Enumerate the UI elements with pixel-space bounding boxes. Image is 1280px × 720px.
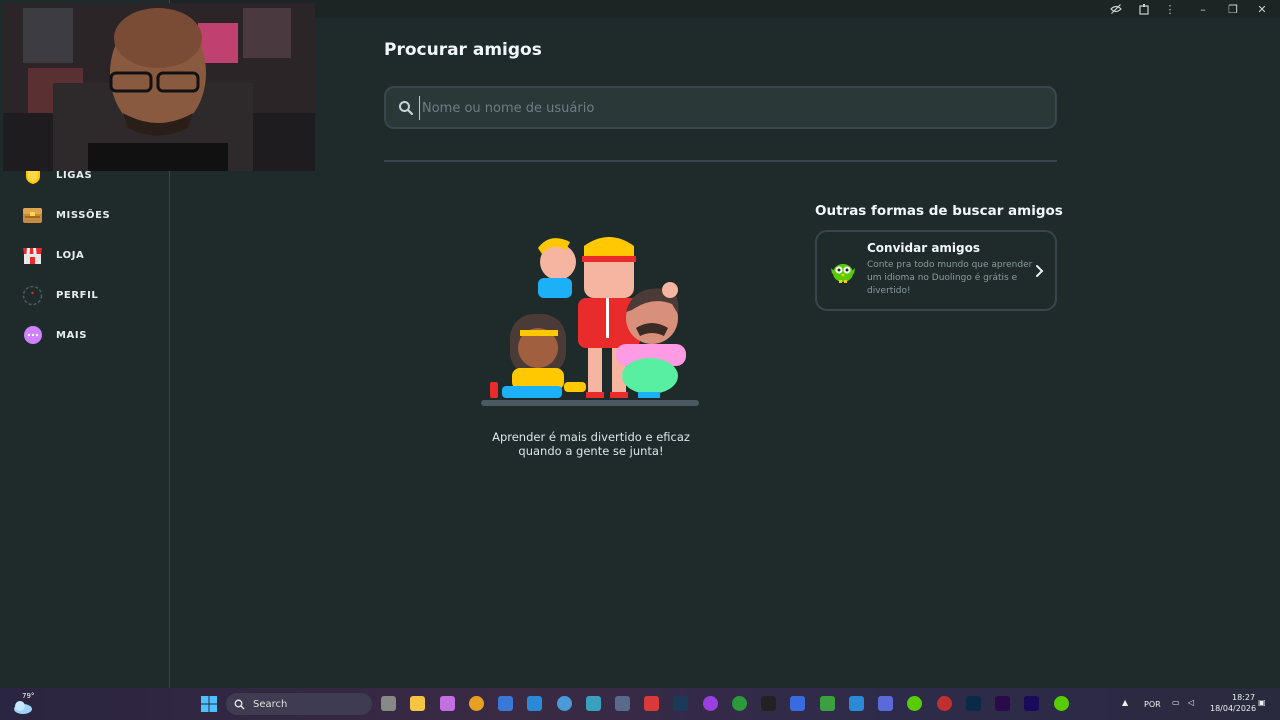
notifications-icon[interactable]: ▣ xyxy=(1258,698,1266,707)
profile-icon xyxy=(22,285,43,306)
file-explorer-icon[interactable] xyxy=(410,696,425,711)
task-view-icon[interactable] xyxy=(381,696,396,711)
sidebar-item-label: PERFIL xyxy=(56,289,99,301)
app-icon[interactable] xyxy=(615,696,630,711)
shop-icon xyxy=(22,245,43,266)
app-icon[interactable] xyxy=(820,696,835,711)
sidebar-item-mais[interactable]: MAIS xyxy=(22,323,87,347)
photoshop-icon[interactable] xyxy=(966,696,981,711)
invite-card-title: Convidar amigos xyxy=(867,241,981,255)
sidebar-item-loja[interactable]: LOJA xyxy=(22,243,84,267)
volume-icon[interactable]: ◁ xyxy=(1188,698,1194,707)
duolingo-taskbar-icon[interactable] xyxy=(1054,696,1069,711)
sidebar-item-label: LOJA xyxy=(56,249,85,261)
page-title: Procurar amigos xyxy=(384,40,542,60)
close-button[interactable]: ✕ xyxy=(1251,1,1273,17)
app-icon[interactable] xyxy=(790,696,805,711)
treasure-chest-icon xyxy=(22,205,43,226)
divider xyxy=(384,160,1057,162)
friends-illustration xyxy=(476,226,708,414)
invite-card-description: Conte pra todo mundo que aprender um idi… xyxy=(867,260,1033,296)
windows-start-icon[interactable] xyxy=(201,696,217,712)
app-icon[interactable] xyxy=(703,696,718,711)
app-icon[interactable] xyxy=(849,696,864,711)
input-language[interactable]: POR xyxy=(1144,700,1161,709)
taskbar-search-label: Search xyxy=(253,698,288,710)
extension-icon[interactable] xyxy=(1133,1,1155,17)
search-icon xyxy=(398,100,414,116)
restore-button[interactable]: ❐ xyxy=(1222,1,1244,17)
sidebar-item-label: LIGAS xyxy=(56,169,93,181)
clock-date[interactable]: 18/04/2026 xyxy=(1210,704,1256,713)
more-dots-icon xyxy=(22,325,43,346)
search-input[interactable] xyxy=(419,96,1039,120)
sidebar-item-label: MISSÕES xyxy=(56,209,111,221)
webcam-overlay xyxy=(3,3,315,171)
premiere-icon[interactable] xyxy=(995,696,1010,711)
epic-games-icon[interactable] xyxy=(761,696,776,711)
weather-temp: 79° xyxy=(22,692,35,700)
chevron-right-icon xyxy=(1035,263,1045,277)
xbox-icon[interactable] xyxy=(732,696,747,711)
tray-chevron-up-icon[interactable]: ▲ xyxy=(1122,698,1128,707)
app-icon[interactable] xyxy=(586,696,601,711)
weather-widget[interactable]: 79° xyxy=(10,692,36,715)
empty-state-caption: Aprender é mais divertido e eficaz quand… xyxy=(492,430,690,458)
app-icon[interactable] xyxy=(937,696,952,711)
sidebar-item-perfil[interactable]: PERFIL xyxy=(22,283,98,307)
sidebar-item-label: MAIS xyxy=(56,329,88,341)
more-vert-icon[interactable]: ⋮ xyxy=(1159,1,1181,17)
copilot-icon[interactable] xyxy=(440,696,455,711)
sidebar-item-missoes[interactable]: MISSÕES xyxy=(22,203,110,227)
taskbar-search[interactable]: Search xyxy=(226,693,372,715)
clock-time[interactable]: 18:27 xyxy=(1232,693,1255,702)
minimize-button[interactable]: – xyxy=(1192,1,1214,17)
store-icon[interactable] xyxy=(498,696,513,711)
app-icon[interactable] xyxy=(557,696,572,711)
steam-icon[interactable] xyxy=(673,696,688,711)
app-icon[interactable] xyxy=(644,696,659,711)
other-ways-title: Outras formas de buscar amigos xyxy=(815,203,1063,219)
eye-off-icon[interactable] xyxy=(1105,1,1127,17)
outlook-icon[interactable] xyxy=(527,696,542,711)
app-icon[interactable] xyxy=(907,696,922,711)
taskbar: 79° Search ▲ POR ▭ ◁ 18:27 18/04/2026 ▣ xyxy=(0,688,1280,720)
duo-owl-icon xyxy=(829,258,857,284)
chrome-icon[interactable] xyxy=(469,696,484,711)
search-icon xyxy=(234,699,245,709)
app-icon[interactable] xyxy=(878,696,893,711)
search-box[interactable] xyxy=(384,86,1057,129)
media-encoder-icon[interactable] xyxy=(1024,696,1039,711)
invite-friends-card[interactable]: Convidar amigos Conte pra todo mundo que… xyxy=(815,230,1057,311)
network-icon[interactable]: ▭ xyxy=(1172,698,1180,707)
